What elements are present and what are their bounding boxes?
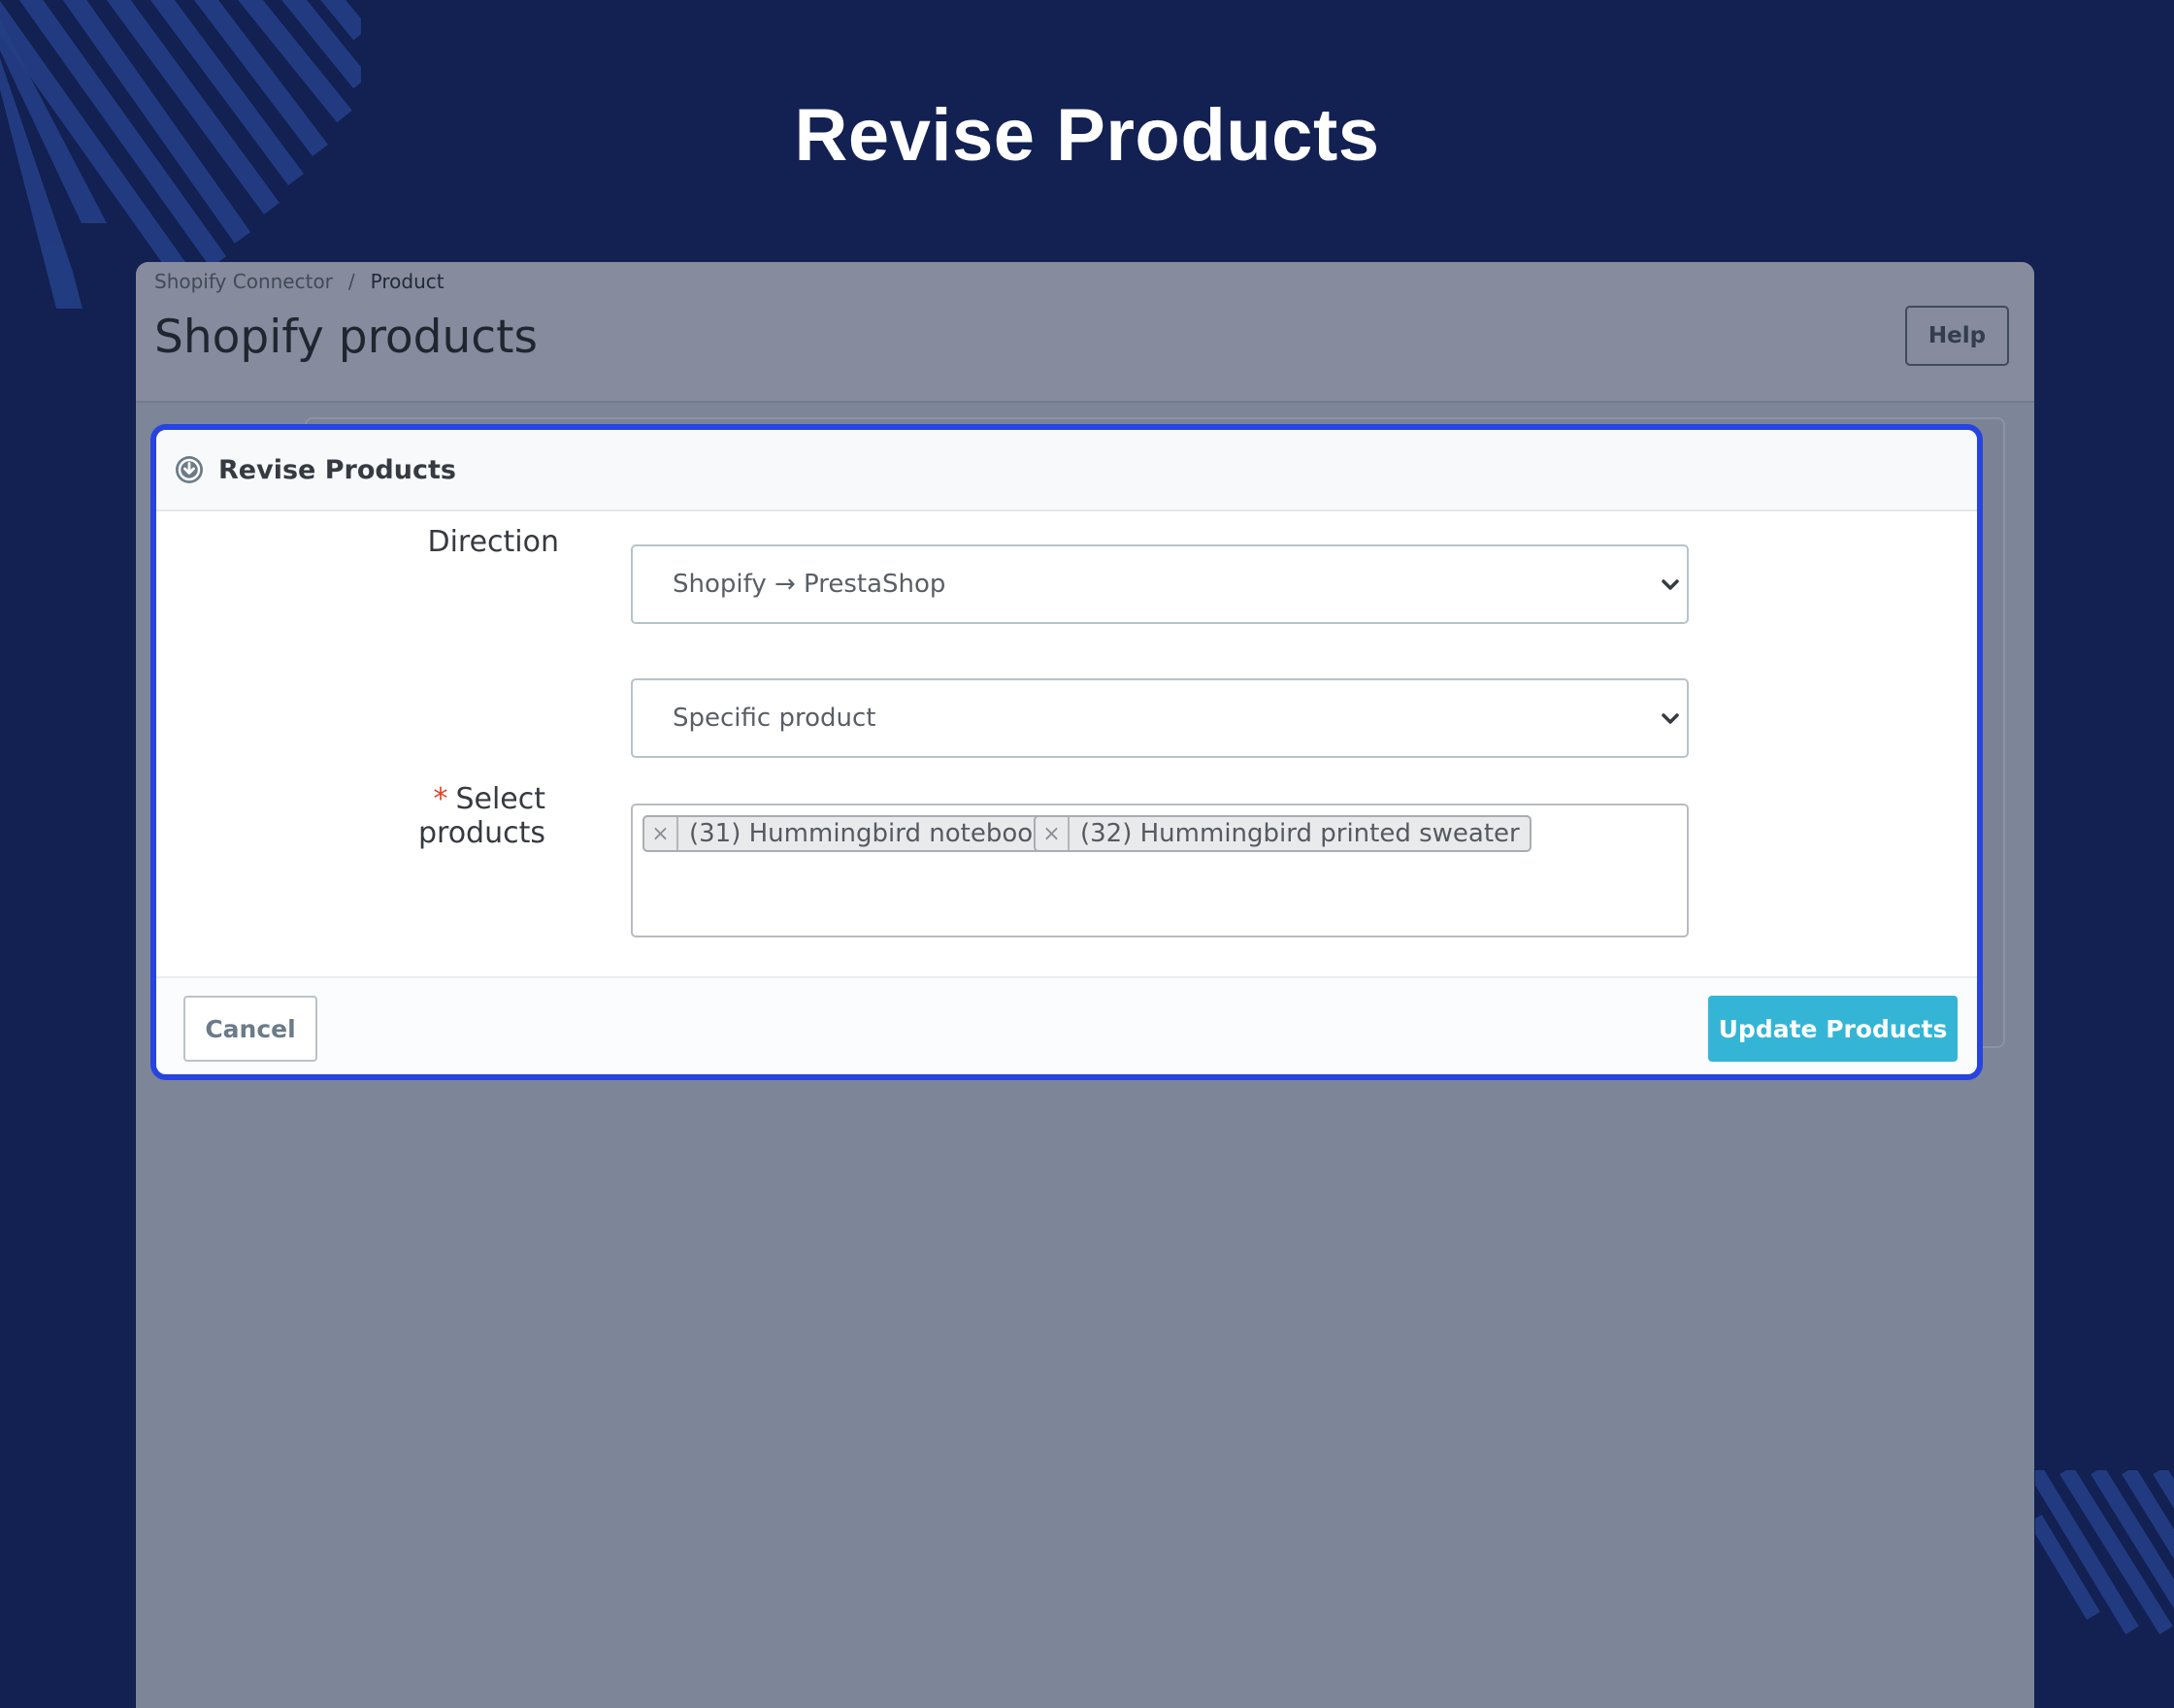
update-products-button[interactable]: Update Products (1708, 996, 1958, 1062)
chevron-down-icon (1662, 713, 1679, 724)
product-scope-select-value: Specific product (673, 704, 876, 733)
banner-title: Revise Products (794, 94, 1380, 177)
direction-label: Direction (427, 525, 559, 559)
breadcrumb-parent-link[interactable]: Shopify Connector (154, 270, 333, 293)
direction-select[interactable]: Shopify → PrestaShop (631, 544, 1689, 624)
breadcrumb-separator: / (347, 270, 355, 293)
product-scope-select[interactable]: Specific product (631, 678, 1689, 758)
modal-header: Revise Products (156, 430, 1977, 511)
remove-tag-icon[interactable]: × (1036, 817, 1070, 850)
product-tag: × (31) Hummingbird notebook (642, 815, 1060, 852)
decorative-stripes-bottom-right (2035, 1470, 2174, 1635)
modal-footer: Cancel Update Products (156, 976, 1977, 1074)
product-tag-label: (31) Hummingbird notebook (689, 819, 1048, 848)
help-button[interactable]: Help (1905, 306, 2009, 366)
required-marker: * (433, 782, 448, 816)
revise-products-modal: Revise Products Direction Shopify → Pres… (150, 424, 1983, 1080)
chevron-down-icon (1662, 579, 1679, 590)
product-tag-label: (32) Hummingbird printed sweater (1080, 819, 1520, 848)
product-tag: × (32) Hummingbird printed sweater (1034, 815, 1532, 852)
remove-tag-icon[interactable]: × (644, 817, 678, 850)
download-circle-icon (174, 454, 205, 485)
breadcrumb: Shopify Connector / Product (154, 270, 445, 293)
breadcrumb-current: Product (370, 270, 445, 293)
modal-title: Revise Products (218, 454, 456, 485)
page-title: Shopify products (154, 311, 539, 364)
cancel-button[interactable]: Cancel (183, 996, 317, 1062)
direction-select-value: Shopify → PrestaShop (673, 570, 946, 599)
select-products-label: * Select products (339, 782, 545, 850)
product-multiselect[interactable]: × (31) Hummingbird notebook × (32) Hummi… (631, 804, 1689, 937)
page-header: Shopify Connector / Product Shopify prod… (136, 262, 2034, 403)
